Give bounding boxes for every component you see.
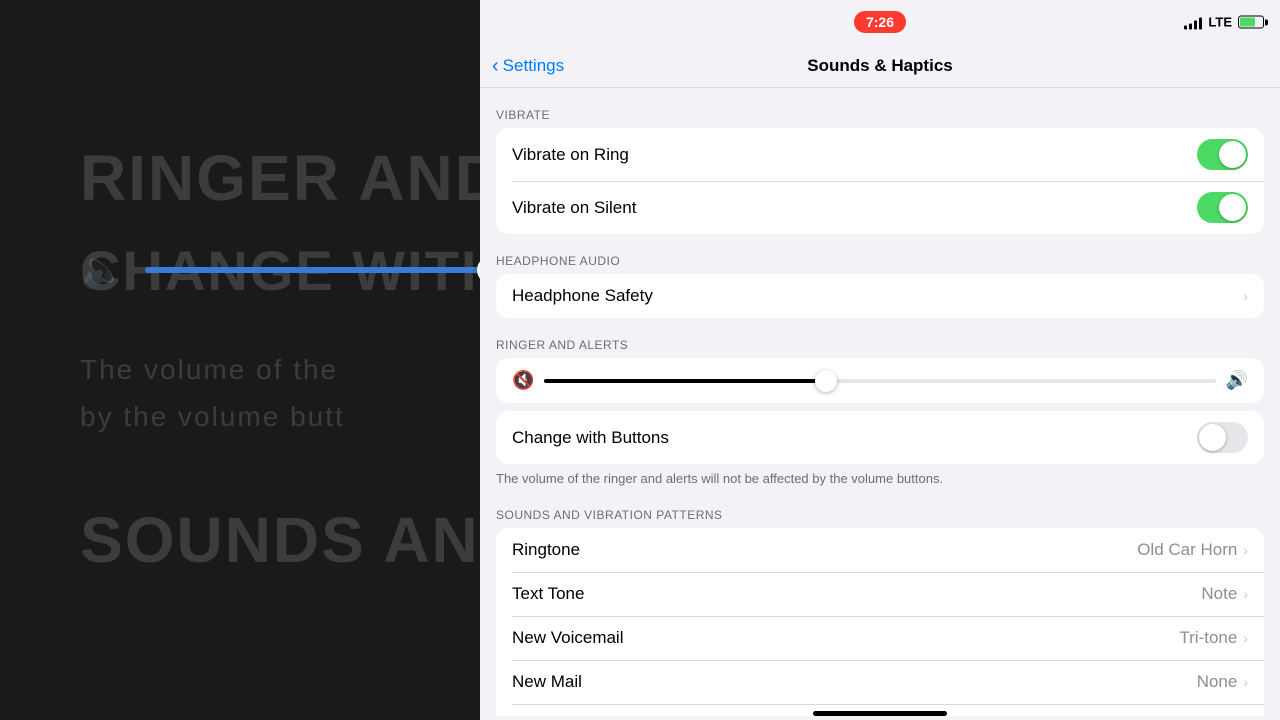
signal-bar-3 — [1194, 20, 1197, 29]
volume-slider-row[interactable]: 🔇 🔊 — [496, 358, 1264, 403]
bg-vol-low-icon: 🔈 — [80, 249, 125, 291]
settings-panel: 7:26 LTE ‹ Settings Sounds & Haptics VIB… — [480, 0, 1280, 720]
signal-bar-2 — [1189, 23, 1192, 29]
vibrate-on-ring-label: Vibrate on Ring — [512, 145, 1197, 165]
new-mail-chevron-icon: › — [1243, 674, 1248, 690]
headphone-safety-row[interactable]: Headphone Safety › — [496, 274, 1264, 318]
text-tone-value: Note — [1201, 584, 1237, 604]
content-scroll[interactable]: VIBRATE Vibrate on Ring Vibrate on Silen… — [480, 88, 1280, 716]
status-right-icons: LTE — [1184, 15, 1264, 30]
sounds-vibration-header: SOUNDS AND VIBRATION PATTERNS — [480, 508, 1280, 528]
text-tone-row[interactable]: Text Tone Note › — [496, 572, 1264, 616]
vibrate-on-silent-label: Vibrate on Silent — [512, 198, 1197, 218]
volume-slider-fill — [544, 379, 826, 383]
back-button[interactable]: ‹ Settings — [492, 56, 564, 76]
vol-high-icon: 🔊 — [1226, 370, 1248, 391]
new-mail-row[interactable]: New Mail None › — [496, 660, 1264, 704]
new-voicemail-value: Tri-tone — [1179, 628, 1237, 648]
vibrate-section: VIBRATE Vibrate on Ring Vibrate on Silen… — [480, 108, 1280, 234]
vibrate-group: Vibrate on Ring Vibrate on Silent — [496, 128, 1264, 234]
new-voicemail-row[interactable]: New Voicemail Tri-tone › — [496, 616, 1264, 660]
ringer-info-text: The volume of the ringer and alerts will… — [480, 464, 1280, 488]
status-bar: 7:26 LTE — [480, 0, 1280, 44]
headphone-audio-header: HEADPHONE AUDIO — [480, 254, 1280, 274]
change-with-buttons-row[interactable]: Change with Buttons — [496, 411, 1264, 464]
vibrate-on-silent-toggle[interactable] — [1197, 192, 1248, 223]
ringer-alerts-section: RINGER AND ALERTS 🔇 🔊 Change with Button… — [480, 338, 1280, 488]
change-with-buttons-toggle[interactable] — [1197, 422, 1248, 453]
signal-bars — [1184, 15, 1202, 29]
battery-fill — [1240, 18, 1255, 27]
new-voicemail-label: New Voicemail — [512, 628, 1179, 648]
back-label: Settings — [503, 56, 564, 76]
new-mail-value: None — [1197, 672, 1238, 692]
vol-low-icon: 🔇 — [512, 370, 534, 391]
change-with-buttons-label: Change with Buttons — [512, 428, 1197, 448]
change-with-buttons-thumb — [1199, 424, 1226, 451]
vibrate-on-silent-thumb — [1219, 194, 1246, 221]
sounds-vibration-group: Ringtone Old Car Horn › Text Tone Note ›… — [496, 528, 1264, 716]
back-chevron-icon: ‹ — [492, 56, 499, 76]
headphone-safety-chevron-icon: › — [1243, 288, 1248, 304]
volume-slider-thumb[interactable] — [815, 370, 837, 392]
vibrate-on-ring-row[interactable]: Vibrate on Ring — [496, 128, 1264, 181]
headphone-safety-label: Headphone Safety — [512, 286, 1243, 306]
signal-bar-1 — [1184, 25, 1187, 29]
vibrate-on-ring-thumb — [1219, 141, 1246, 168]
vibrate-on-silent-row[interactable]: Vibrate on Silent — [496, 181, 1264, 234]
text-tone-chevron-icon: › — [1243, 586, 1248, 602]
ringtone-value: Old Car Horn — [1137, 540, 1237, 560]
signal-bar-4 — [1199, 17, 1202, 29]
vibrate-section-header: VIBRATE — [480, 108, 1280, 128]
vibrate-on-ring-toggle[interactable] — [1197, 139, 1248, 170]
ringtone-chevron-icon: › — [1243, 542, 1248, 558]
headphone-audio-group: Headphone Safety › — [496, 274, 1264, 318]
nav-title: Sounds & Haptics — [807, 56, 952, 76]
ringer-alerts-header: RINGER AND ALERTS — [480, 338, 1280, 358]
new-voicemail-chevron-icon: › — [1243, 630, 1248, 646]
status-time: 7:26 — [854, 11, 906, 33]
sent-mail-row[interactable]: Sent Mail Swoosh › — [496, 704, 1264, 716]
bottom-bar — [480, 716, 1280, 720]
lte-badge: LTE — [1208, 15, 1232, 30]
text-tone-label: Text Tone — [512, 584, 1201, 604]
sounds-vibration-section: SOUNDS AND VIBRATION PATTERNS Ringtone O… — [480, 508, 1280, 716]
new-mail-label: New Mail — [512, 672, 1197, 692]
slider-container: 🔇 🔊 — [512, 370, 1248, 391]
nav-bar: ‹ Settings Sounds & Haptics — [480, 44, 1280, 88]
volume-slider-track[interactable] — [544, 379, 1215, 383]
headphone-audio-section: HEADPHONE AUDIO Headphone Safety › — [480, 254, 1280, 318]
ringtone-row[interactable]: Ringtone Old Car Horn › — [496, 528, 1264, 572]
battery-icon — [1238, 16, 1264, 29]
ringtone-label: Ringtone — [512, 540, 1137, 560]
change-buttons-group: Change with Buttons — [496, 411, 1264, 464]
